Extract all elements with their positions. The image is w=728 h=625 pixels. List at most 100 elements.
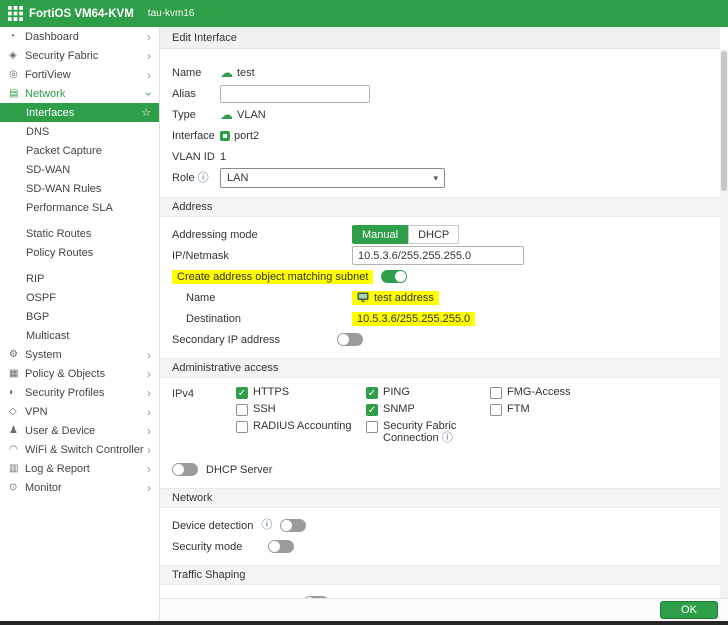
chevron-down-icon: ›: [143, 92, 155, 96]
sidebar-item-label: SD-WAN: [26, 164, 70, 176]
security-fabric-icon: ◈: [9, 50, 25, 61]
sidebar-item-security-fabric[interactable]: ◈ Security Fabric ›: [0, 46, 159, 65]
dhcp-server-toggle[interactable]: [172, 463, 198, 476]
scrollbar-thumb[interactable]: [721, 51, 727, 191]
checkbox-ftm[interactable]: FTM: [490, 403, 620, 416]
device-detection-toggle[interactable]: [280, 519, 306, 532]
sidebar-item-log-report[interactable]: ▥ Log & Report ›: [0, 459, 159, 478]
addressing-mode-dhcp-button[interactable]: DHCP: [408, 225, 459, 244]
checkbox-ping[interactable]: PING: [366, 386, 490, 399]
checkbox-label: FTM: [507, 403, 530, 415]
alias-input[interactable]: [220, 85, 370, 103]
section-header-network: Network: [160, 488, 720, 508]
checkbox-https[interactable]: HTTPS: [236, 386, 366, 399]
sidebar-nav: ◔ Dashboard › ◈ Security Fabric › ◎ Fort…: [0, 27, 160, 625]
checkbox-radius-accounting[interactable]: RADIUS Accounting: [236, 420, 366, 433]
sidebar-item-network[interactable]: ▤ Network ›: [0, 84, 159, 103]
dhcp-server-label: DHCP Server: [206, 464, 272, 476]
sidebar-item-label: BGP: [26, 311, 49, 323]
sidebar-item-security-profiles[interactable]: ◐ Security Profiles ›: [0, 383, 159, 402]
checkbox-icon[interactable]: [366, 387, 378, 399]
sidebar-item-fortiview[interactable]: ◎ FortiView ›: [0, 65, 159, 84]
sidebar-item-ospf[interactable]: OSPF: [0, 288, 159, 307]
address-object-name-label: Name: [186, 292, 352, 304]
checkbox-icon[interactable]: [236, 387, 248, 399]
sidebar-item-label: User & Device: [25, 425, 95, 437]
ipv4-label: IPv4: [172, 386, 236, 400]
sidebar-item-interfaces[interactable]: Interfaces ☆: [0, 103, 159, 122]
port-icon: [220, 131, 230, 141]
chevron-right-icon: ›: [147, 50, 151, 62]
ok-button[interactable]: OK: [660, 601, 718, 619]
addressing-mode-manual-button[interactable]: Manual: [352, 225, 408, 244]
security-mode-label: Security mode: [172, 541, 242, 553]
sidebar-item-sd-wan[interactable]: SD-WAN: [0, 160, 159, 179]
addressing-mode-label: Addressing mode: [172, 229, 352, 241]
sidebar-item-label: FortiView: [25, 69, 71, 81]
hostname: tau-kvm16: [148, 8, 195, 19]
checkbox-label: HTTPS: [253, 386, 289, 398]
favorite-star-icon[interactable]: ☆: [141, 106, 151, 119]
sidebar-item-system[interactable]: ⚙ System ›: [0, 345, 159, 364]
secondary-ip-toggle[interactable]: [337, 333, 363, 346]
checkbox-icon[interactable]: [236, 404, 248, 416]
create-address-object-toggle[interactable]: [381, 270, 407, 283]
info-icon[interactable]: ⓘ: [442, 432, 453, 444]
chevron-right-icon: ›: [147, 368, 151, 380]
sidebar-item-label: Policy Routes: [26, 247, 93, 259]
interface-label: Interface: [172, 130, 220, 142]
address-object-destination-label: Destination: [186, 313, 352, 325]
vpn-icon: ◇: [9, 406, 25, 417]
checkbox-fmg-access[interactable]: FMG-Access: [490, 386, 620, 399]
role-select[interactable]: LAN ▾: [220, 168, 445, 188]
ip-netmask-input[interactable]: [352, 246, 524, 265]
dashboard-icon: ◔: [9, 31, 25, 42]
sidebar-item-vpn[interactable]: ◇ VPN ›: [0, 402, 159, 421]
address-object-icon: [357, 292, 369, 303]
sidebar-item-label: RIP: [26, 273, 44, 285]
security-mode-toggle[interactable]: [268, 540, 294, 553]
monitor-icon: ⊙: [9, 482, 25, 493]
section-header-traffic-shaping: Traffic Shaping: [160, 565, 720, 585]
fortiview-icon: ◎: [9, 69, 25, 80]
sidebar-item-policy-objects[interactable]: ▦ Policy & Objects ›: [0, 364, 159, 383]
wifi-icon: ◠: [9, 444, 25, 455]
sidebar-item-multicast[interactable]: Multicast: [0, 326, 159, 345]
sidebar-item-packet-capture[interactable]: Packet Capture: [0, 141, 159, 160]
main-content: Edit Interface Name ☁ test Alias Type ☁ …: [160, 27, 720, 625]
checkbox-icon[interactable]: [236, 421, 248, 433]
sidebar-item-label: Security Profiles: [25, 387, 104, 399]
checkbox-security-fabric-connection[interactable]: Security Fabric Connection ⓘ: [366, 420, 490, 444]
sidebar-item-bgp[interactable]: BGP: [0, 307, 159, 326]
sidebar-item-dashboard[interactable]: ◔ Dashboard ›: [0, 27, 159, 46]
info-icon[interactable]: ⓘ: [198, 173, 209, 184]
sidebar-item-policy-routes[interactable]: Policy Routes: [0, 243, 159, 262]
sidebar-item-label: Dashboard: [25, 31, 79, 43]
checkbox-icon[interactable]: [366, 421, 378, 433]
scrollbar[interactable]: [720, 49, 728, 602]
vlan-id-label: VLAN ID: [172, 151, 220, 163]
checkbox-snmp[interactable]: SNMP: [366, 403, 490, 416]
sidebar-item-static-routes[interactable]: Static Routes: [0, 224, 159, 243]
log-report-icon: ▥: [9, 463, 25, 474]
sidebar-item-user-device[interactable]: ♟ User & Device ›: [0, 421, 159, 440]
policy-objects-icon: ▦: [9, 368, 25, 379]
checkbox-icon[interactable]: [366, 404, 378, 416]
sidebar-item-label: Performance SLA: [26, 202, 113, 214]
sidebar-item-rip[interactable]: RIP: [0, 269, 159, 288]
sidebar-item-performance-sla[interactable]: Performance SLA: [0, 198, 159, 217]
sidebar-item-monitor[interactable]: ⊙ Monitor ›: [0, 478, 159, 497]
checkbox-icon[interactable]: [490, 404, 502, 416]
sidebar-item-dns[interactable]: DNS: [0, 122, 159, 141]
addressing-mode-segmented: Manual DHCP: [352, 225, 459, 244]
sidebar-item-sd-wan-rules[interactable]: SD-WAN Rules: [0, 179, 159, 198]
ip-netmask-label: IP/Netmask: [172, 250, 352, 262]
checkbox-ssh[interactable]: SSH: [236, 403, 366, 416]
checkbox-label: PING: [383, 386, 410, 398]
chevron-right-icon: ›: [147, 69, 151, 81]
checkbox-icon[interactable]: [490, 387, 502, 399]
sidebar-item-wifi-switch-controller[interactable]: ◠ WiFi & Switch Controller ›: [0, 440, 159, 459]
device-detection-label: Device detection: [172, 520, 253, 532]
info-icon[interactable]: ⓘ: [261, 520, 272, 531]
app-title: FortiOS VM64-KVM: [29, 8, 134, 20]
